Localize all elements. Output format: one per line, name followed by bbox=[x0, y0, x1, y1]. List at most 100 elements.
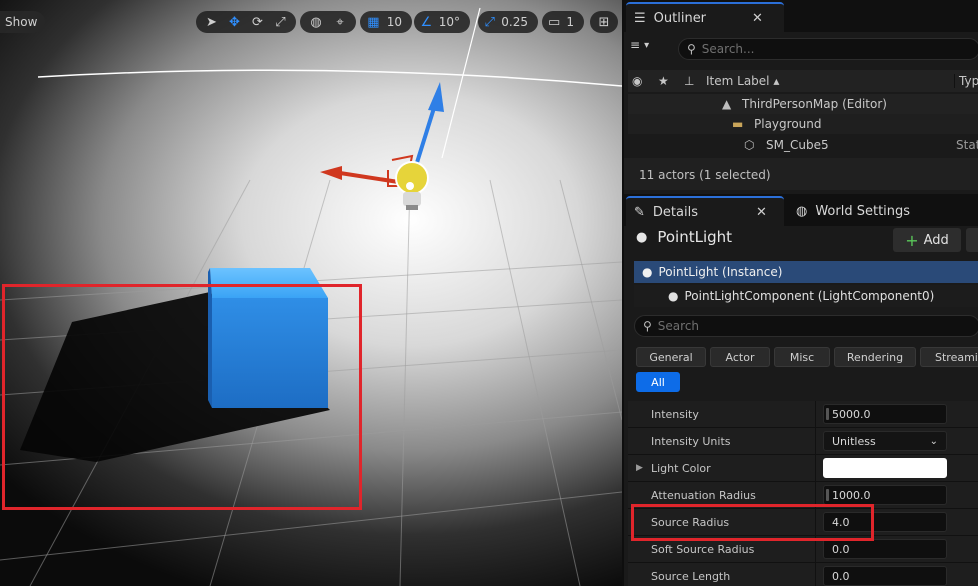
show-label: Show bbox=[5, 15, 38, 29]
pin-icon[interactable]: ⊥ bbox=[684, 74, 694, 88]
outliner-row-label: ThirdPersonMap (Editor) bbox=[742, 97, 887, 111]
outliner-filter-button[interactable]: ≡ ▾ bbox=[630, 38, 649, 52]
filter-label: Streamin bbox=[935, 350, 978, 364]
horizon-line bbox=[37, 69, 622, 87]
expand-arrow-icon[interactable]: ▶ bbox=[636, 463, 643, 473]
light-color-swatch[interactable] bbox=[823, 458, 947, 478]
tab-world-settings[interactable]: ◍ World Settings bbox=[788, 196, 978, 226]
outliner-search-input[interactable]: ⚲ Search... bbox=[678, 38, 978, 60]
property-label: Attenuation Radius bbox=[651, 489, 756, 502]
item-label-header: Item Label bbox=[706, 74, 770, 88]
outliner-row-cube[interactable]: ⬡ SM_Cube5 Stati bbox=[628, 135, 978, 155]
select-mode-icon[interactable]: ➤ bbox=[202, 12, 221, 32]
filter-all[interactable]: All bbox=[636, 372, 680, 392]
actor-name: PointLight bbox=[657, 228, 733, 246]
property-source-length: Source Length 0.0 bbox=[628, 563, 978, 586]
level-viewport[interactable]: Show ➤ ✥ ⟳ ⤢ ◍ ⌖ ▦ 10 ∠ 10° ⤢ 0.25 ▭ 1 ⊞ bbox=[0, 0, 622, 586]
cube-highlight-box bbox=[2, 284, 362, 510]
outliner-tabbar: ☰ Outliner ✕ bbox=[624, 0, 978, 32]
property-value: 1000.0 bbox=[832, 488, 871, 502]
rotate-mode-icon[interactable]: ⟳ bbox=[248, 12, 267, 32]
viewport-layout-icon[interactable]: ⊞ bbox=[594, 12, 614, 32]
scale-mode-icon[interactable]: ⤢ bbox=[271, 12, 290, 32]
lightbulb-icon: ● bbox=[642, 265, 653, 279]
static-mesh-icon: ⬡ bbox=[744, 138, 755, 152]
details-pencil-icon: ✎ bbox=[634, 204, 645, 220]
outliner-row-map[interactable]: ▲ ThirdPersonMap (Editor) bbox=[628, 94, 978, 114]
property-intensity: Intensity 5000.0 bbox=[628, 401, 978, 428]
outliner-search-placeholder: Search... bbox=[701, 42, 755, 56]
grid-snap-icon[interactable]: ▦ bbox=[366, 12, 381, 32]
filter-label: Actor bbox=[725, 350, 755, 364]
attenuation-radius-input[interactable]: 1000.0 bbox=[823, 485, 947, 505]
property-value: 5000.0 bbox=[832, 407, 871, 421]
outliner-status: 11 actors (1 selected) bbox=[639, 168, 771, 182]
scale-snap-value[interactable]: 0.25 bbox=[499, 15, 532, 29]
folder-icon: ▬ bbox=[732, 117, 744, 131]
item-label-column[interactable]: Item Label ▴ bbox=[706, 74, 779, 88]
outliner-row-type: Stati bbox=[956, 138, 978, 152]
intensity-input[interactable]: 5000.0 bbox=[823, 404, 947, 424]
search-icon: ⚲ bbox=[643, 319, 652, 333]
details-search-input[interactable]: ⚲ Search bbox=[634, 315, 978, 337]
rotation-snap-icon[interactable]: ∠ bbox=[420, 12, 433, 32]
add-component-button[interactable]: + Add bbox=[893, 228, 961, 252]
layout-group: ⊞ bbox=[590, 11, 618, 33]
soft-source-radius-input[interactable]: 0.0 bbox=[823, 539, 947, 559]
property-label: Intensity bbox=[651, 408, 699, 421]
grid-snap-value[interactable]: 10 bbox=[385, 15, 406, 29]
outliner-tab-label: Outliner bbox=[653, 10, 707, 26]
actor-header: ● PointLight bbox=[636, 228, 732, 246]
scale-snap-icon[interactable]: ⤢ bbox=[484, 12, 495, 32]
rotation-snap-value[interactable]: 10° bbox=[437, 15, 464, 29]
component-instance-row[interactable]: ● PointLight (Instance) bbox=[634, 261, 978, 283]
outliner-row-folder[interactable]: ▬ Playground bbox=[628, 114, 978, 134]
translate-mode-icon[interactable]: ✥ bbox=[225, 12, 244, 32]
camera-speed-icon[interactable]: ▭ bbox=[548, 12, 560, 32]
outliner-row-label: SM_Cube5 bbox=[766, 138, 829, 152]
type-column[interactable]: Type bbox=[954, 74, 978, 88]
close-outliner-icon[interactable]: ✕ bbox=[752, 11, 763, 26]
blueprint-button[interactable] bbox=[966, 228, 978, 252]
property-value: 0.0 bbox=[832, 542, 850, 556]
camera-speed-group: ▭ 1 bbox=[542, 11, 584, 33]
intensity-units-dropdown[interactable]: Unitless ⌄ bbox=[823, 431, 947, 451]
world-space-globe-icon[interactable]: ◍ bbox=[306, 12, 326, 32]
world-globe-icon: ◍ bbox=[796, 203, 808, 219]
filter-label: Rendering bbox=[846, 350, 904, 364]
details-tabbar: ✎ Details ✕ ◍ World Settings bbox=[624, 194, 978, 226]
filter-streaming[interactable]: Streamin bbox=[920, 347, 978, 367]
outliner-list-icon: ☰ bbox=[634, 10, 646, 26]
star-icon[interactable]: ★ bbox=[658, 74, 669, 88]
lightbulb-icon: ● bbox=[636, 229, 648, 245]
component-light-row[interactable]: ● PointLightComponent (LightComponent0) bbox=[634, 285, 978, 307]
show-menu-button[interactable]: Show bbox=[0, 11, 46, 33]
transform-mode-toolbar: ➤ ✥ ⟳ ⤢ bbox=[196, 11, 296, 33]
source-length-input[interactable]: 0.0 bbox=[823, 566, 947, 586]
filter-misc[interactable]: Misc bbox=[774, 347, 830, 367]
tab-details[interactable]: ✎ Details ✕ bbox=[626, 196, 784, 226]
surface-snapping-icon[interactable]: ⌖ bbox=[330, 12, 350, 32]
camera-speed-value[interactable]: 1 bbox=[564, 15, 578, 29]
map-icon: ▲ bbox=[722, 97, 732, 111]
plus-icon: + bbox=[905, 230, 919, 250]
filter-general[interactable]: General bbox=[636, 347, 706, 367]
filter-actor[interactable]: Actor bbox=[710, 347, 770, 367]
grid-snap-group: ▦ 10 bbox=[360, 11, 412, 33]
chevron-down-icon: ▾ bbox=[644, 39, 650, 51]
rotation-snap-group: ∠ 10° bbox=[414, 11, 470, 33]
property-label: Light Color bbox=[651, 462, 711, 475]
search-icon: ⚲ bbox=[687, 42, 696, 56]
point-light-bulb-icon[interactable] bbox=[395, 161, 429, 210]
property-intensity-units: Intensity Units Unitless ⌄ bbox=[628, 428, 978, 455]
filter-rendering[interactable]: Rendering bbox=[834, 347, 916, 367]
coordinate-space-toolbar: ◍ ⌖ bbox=[300, 11, 356, 33]
right-panel: ☰ Outliner ✕ ≡ ▾ ⚲ Search... ◉ ★ ⊥ Item … bbox=[622, 0, 978, 586]
scale-snap-group: ⤢ 0.25 bbox=[478, 11, 538, 33]
details-search-placeholder: Search bbox=[657, 319, 700, 333]
property-label: Soft Source Radius bbox=[651, 543, 755, 556]
visibility-eye-icon[interactable]: ◉ bbox=[632, 74, 642, 88]
tab-outliner[interactable]: ☰ Outliner ✕ bbox=[626, 2, 784, 32]
close-details-icon[interactable]: ✕ bbox=[756, 205, 767, 220]
translate-gizmo[interactable] bbox=[320, 7, 481, 187]
